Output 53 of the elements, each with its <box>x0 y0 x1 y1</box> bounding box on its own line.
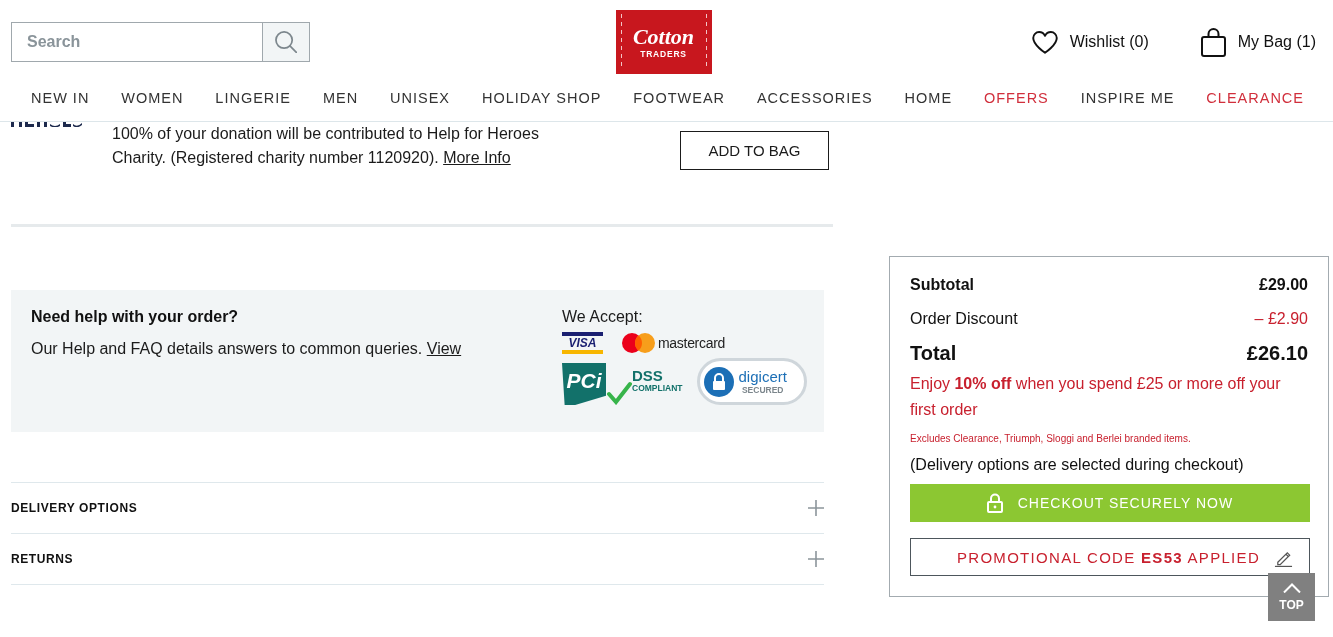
offer-text: Enjoy 10% off when you spend £25 or more off your first order <box>910 374 1282 420</box>
nav-link[interactable]: FOOTWEAR <box>633 89 726 106</box>
nav-link[interactable]: LINGERIE <box>215 89 291 106</box>
nav-link[interactable]: WOMEN <box>121 89 184 106</box>
discount-label: Order Discount <box>910 309 1018 329</box>
chevron-up-icon <box>1282 582 1301 593</box>
logo-wordmark: Cotton <box>632 24 695 49</box>
search-field[interactable]: Search <box>11 22 262 62</box>
nav-link[interactable]: ACCESSORIES <box>756 89 873 106</box>
padlock-icon <box>703 366 734 397</box>
nav-link[interactable]: OFFERS <box>983 89 1049 106</box>
bag-icon <box>1200 27 1226 57</box>
nav-link[interactable]: NEW IN <box>31 89 90 106</box>
heart-icon <box>1031 30 1058 54</box>
nav-link[interactable]: HOLIDAY SHOP <box>481 89 602 106</box>
pci-dss-text: DSS <box>632 368 663 383</box>
mastercard-wordmark: mastercard <box>658 335 726 351</box>
check-icon <box>606 381 632 405</box>
discount-amount: – £2.90 <box>1254 309 1308 329</box>
search-button[interactable] <box>262 22 310 62</box>
help-text: Our Help and FAQ details answers to common queries. View <box>31 339 463 359</box>
lock-icon <box>986 493 1003 513</box>
nav-link[interactable]: MEN <box>322 89 359 106</box>
wishlist-link[interactable]: Wishlist (0) <box>1031 30 1149 54</box>
brand-logo[interactable]: Cotton TRADERS <box>615 10 712 74</box>
pci-compliant-text: COMPLIANT <box>632 383 683 393</box>
pci-badge: PCi <box>562 363 606 405</box>
accept-label: We Accept: <box>562 307 644 327</box>
view-link[interactable]: View <box>426 340 462 357</box>
nav-link[interactable]: HOME <box>904 89 953 106</box>
back-to-top-button[interactable]: TOP <box>1268 573 1315 621</box>
total-label: Total <box>910 341 957 366</box>
nav-link[interactable]: UNISEX <box>390 89 451 106</box>
search-icon <box>275 31 297 53</box>
exclusions-note: Excludes Clearance, Triumph, Sloggi and Berlei branded items. <box>910 432 1192 446</box>
promo-code-button[interactable]: PROMOTIONAL CODE ES53 APPLIED <box>910 538 1310 576</box>
nav-link[interactable]: CLEARANCE <box>1206 89 1304 106</box>
overlapping-circles-icon <box>622 333 655 353</box>
total-amount: £26.10 <box>1246 341 1308 366</box>
seal-subtitle: SECURED <box>741 385 784 395</box>
visa-logo: VISA <box>562 332 603 354</box>
bag-link[interactable]: My Bag (1) <box>1200 27 1316 57</box>
help-title: Need help with your order? <box>31 307 240 327</box>
donation-text: 100% of your donation will be contributed to Help for Heroes Charity. (Registered charity number 1120920). More Info <box>112 124 540 168</box>
seal-title: digicert <box>738 368 787 385</box>
more-info-link[interactable]: More Info <box>443 149 511 166</box>
nav-link[interactable]: INSPIRE ME <box>1080 89 1175 106</box>
subtotal-amount: £29.00 <box>1259 275 1308 295</box>
logo-tagline: TRADERS <box>640 48 687 60</box>
cropped-logo-drawing <box>11 122 82 127</box>
add-to-bag-button[interactable]: ADD TO BAG <box>680 131 829 170</box>
subtotal-label: Subtotal <box>910 275 974 295</box>
delivery-note: (Delivery options are selected during checkout) <box>910 455 1245 475</box>
